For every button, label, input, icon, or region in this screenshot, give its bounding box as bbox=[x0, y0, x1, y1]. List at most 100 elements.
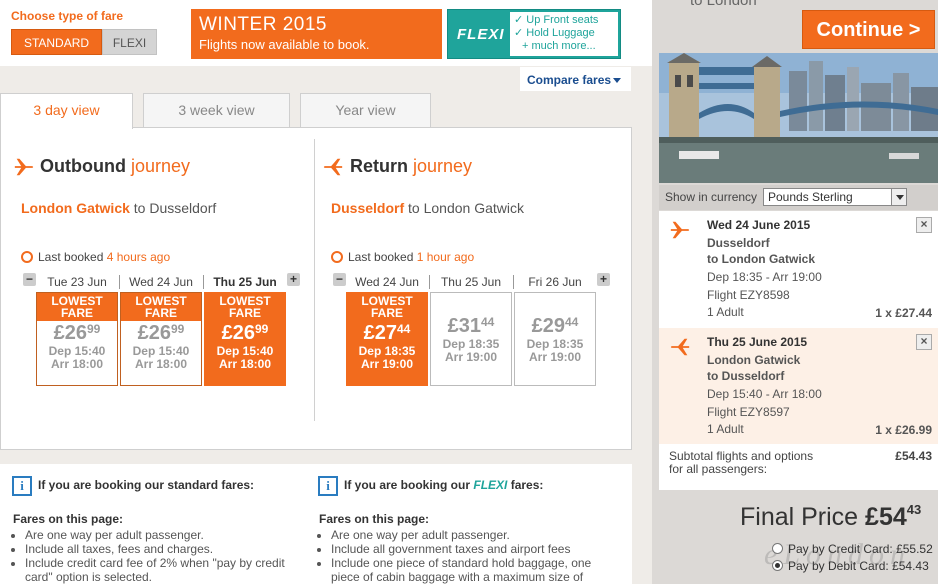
outbound-route-from: London Gatwick bbox=[21, 200, 130, 216]
return-heading: Return journey bbox=[350, 156, 472, 177]
standard-info-heading: i If you are booking our standard fares: bbox=[12, 476, 312, 496]
return-route-to: to London Gatwick bbox=[408, 200, 524, 216]
flexi-perk: ✓ Hold Luggage bbox=[514, 27, 595, 39]
flight-price: 1 x £27.44 bbox=[875, 306, 932, 320]
info-icon: i bbox=[318, 476, 338, 496]
fare-arr: Arr 18:00 bbox=[218, 357, 272, 371]
pay-debit-amount: £54.43 bbox=[892, 559, 929, 573]
return-fare-card-selected[interactable]: LOWEST FARE £2744 Dep 18:35 Arr 19:00 bbox=[346, 292, 428, 386]
chevron-down-icon bbox=[891, 189, 906, 205]
final-price: Final Price £5443 bbox=[740, 502, 921, 532]
return-fare-card[interactable]: £2944 Dep 18:35 Arr 19:00 bbox=[514, 292, 596, 386]
flight-passengers: 1 Adult bbox=[707, 305, 744, 319]
flexi-info-subheading: Fares on this page: bbox=[319, 512, 430, 526]
flexi-fare-button[interactable]: FLEXI bbox=[102, 29, 157, 55]
fare-pence: 99 bbox=[255, 322, 269, 336]
journey-divider bbox=[314, 139, 315, 421]
currency-row: Show in currency Pounds Sterling bbox=[659, 185, 938, 210]
fare-pounds: £26 bbox=[221, 322, 255, 344]
close-icon[interactable]: × bbox=[916, 217, 932, 233]
standard-info-title: If you are booking our standard fares: bbox=[38, 478, 255, 493]
last-booked-value: 4 hours ago bbox=[106, 250, 171, 264]
standard-fare-button[interactable]: STANDARD bbox=[11, 29, 102, 55]
return-route: Dusseldorf to London Gatwick bbox=[331, 200, 524, 216]
last-booked-label: Last booked bbox=[38, 250, 104, 264]
flight-passengers: 1 Adult bbox=[707, 422, 744, 436]
flexi-perks-box: ✓ Up Front seats ✓ Hold Luggage + much m… bbox=[510, 12, 618, 56]
flexi-perk: ✓ Up Front seats bbox=[514, 14, 599, 26]
flight-from: Dusseldorf bbox=[707, 236, 770, 250]
fare-pounds: £27 bbox=[363, 322, 397, 344]
flight-to: to London Gatwick bbox=[707, 252, 815, 266]
flexi-info-heading: i If you are booking our FLEXI fares: bbox=[318, 476, 618, 496]
return-fare-card[interactable]: £3144 Dep 18:35 Arr 19:00 bbox=[430, 292, 512, 386]
fare-info-section: i If you are booking our standard fares: … bbox=[0, 464, 632, 584]
info-icon: i bbox=[12, 476, 32, 496]
outbound-heading-bold: Outbound bbox=[40, 156, 126, 176]
return-heading-bold: Return bbox=[350, 156, 408, 176]
final-price-label: Final Price bbox=[740, 503, 859, 531]
pay-credit-card-option[interactable]: Pay by Credit Card: £55.52 bbox=[772, 542, 933, 556]
fare-pence: 44 bbox=[397, 322, 411, 336]
fare-arr: Arr 18:00 bbox=[50, 357, 104, 371]
return-route-from: Dusseldorf bbox=[331, 200, 405, 216]
subtotal-amount: £54.43 bbox=[895, 449, 932, 463]
fare-pence: 44 bbox=[481, 315, 495, 329]
list-item: Include credit card fee of 2% when "pay … bbox=[25, 556, 312, 584]
fare-pounds: £31 bbox=[447, 315, 481, 337]
booking-summary-sidebar: to London Continue > Show in currency Po… bbox=[652, 0, 938, 584]
final-price-pounds: £54 bbox=[865, 503, 907, 531]
fare-calendar-panel: Outbound journey London Gatwick to Dusse… bbox=[0, 127, 632, 450]
flexi-info-title-b: fares: bbox=[510, 478, 544, 493]
currency-select[interactable]: Pounds Sterling bbox=[763, 188, 907, 206]
tab-3-day-view[interactable]: 3 day view bbox=[0, 93, 133, 129]
flight-number: Flight EZY8597 bbox=[707, 405, 790, 419]
alarm-clock-icon bbox=[331, 251, 343, 263]
compare-fares-link[interactable]: Compare fares bbox=[520, 67, 631, 91]
london-tower-bridge-image bbox=[659, 53, 938, 183]
return-next-day-button[interactable]: + bbox=[597, 273, 610, 286]
return-day-header: Wed 24 Jun bbox=[355, 275, 419, 289]
subtotal-label-2: for all passengers: bbox=[669, 462, 768, 476]
list-item: Are one way per adult passenger. bbox=[331, 528, 618, 542]
lowest-fare-badge: LOWEST FARE bbox=[347, 293, 427, 321]
standard-fares-info: i If you are booking our standard fares: … bbox=[12, 476, 312, 584]
credit-card-radio[interactable] bbox=[772, 543, 783, 554]
close-icon[interactable]: × bbox=[916, 334, 932, 350]
compare-fares-label: Compare fares bbox=[527, 73, 612, 87]
lowest-fare-badge: LOWEST FARE bbox=[37, 293, 117, 321]
flight-to: to Dusseldorf bbox=[707, 369, 785, 383]
lowest-fare-badge: LOWEST FARE bbox=[121, 293, 201, 321]
winter-banner-title: WINTER 2015 bbox=[199, 14, 327, 35]
winter-2015-banner[interactable]: WINTER 2015 Flights now available to boo… bbox=[191, 9, 442, 59]
fare-pounds: £26 bbox=[53, 322, 87, 344]
outbound-fare-card-selected[interactable]: LOWEST FARE £2699 Dep 15:40 Arr 18:00 bbox=[204, 292, 286, 386]
pay-credit-amount: £55.52 bbox=[896, 542, 933, 556]
fare-type-label: Choose type of fare bbox=[11, 9, 124, 23]
flexi-info-title-a: If you are booking our bbox=[344, 478, 471, 493]
fare-price: £2944 bbox=[515, 315, 595, 338]
currency-value: Pounds Sterling bbox=[768, 190, 853, 204]
pay-debit-card-option[interactable]: Pay by Debit Card: £54.43 bbox=[772, 559, 929, 573]
caret-down-icon bbox=[613, 78, 622, 84]
outbound-next-day-button[interactable]: + bbox=[287, 273, 300, 286]
fare-arr: Arr 18:00 bbox=[134, 357, 188, 371]
tab-year-view[interactable]: Year view bbox=[300, 93, 431, 128]
flight-number: Flight EZY8598 bbox=[707, 288, 790, 302]
outbound-day-header: Thu 25 Jun bbox=[213, 275, 277, 289]
tab-3-week-view[interactable]: 3 week view bbox=[143, 93, 290, 128]
debit-card-radio[interactable] bbox=[772, 560, 783, 571]
flexi-banner[interactable]: FLEXI ✓ Up Front seats ✓ Hold Luggage + … bbox=[447, 9, 621, 59]
outbound-plane-icon bbox=[670, 221, 690, 239]
standard-info-subheading: Fares on this page: bbox=[13, 512, 124, 526]
sidebar-title: to London bbox=[690, 0, 757, 9]
continue-button[interactable]: Continue > bbox=[802, 10, 935, 49]
list-item: Include all government taxes and airport… bbox=[331, 542, 618, 556]
outbound-fare-card[interactable]: LOWEST FARE £2699 Dep 15:40 Arr 18:00 bbox=[36, 292, 118, 386]
fare-pence: 44 bbox=[565, 315, 579, 329]
fare-price: £2744 bbox=[347, 322, 427, 345]
final-price-pence: 43 bbox=[906, 502, 922, 517]
summary-flight-item: Wed 24 June 2015 Dusseldorf to London Ga… bbox=[659, 211, 938, 328]
last-booked-value: 1 hour ago bbox=[416, 250, 475, 264]
outbound-fare-card[interactable]: LOWEST FARE £2699 Dep 15:40 Arr 18:00 bbox=[120, 292, 202, 386]
